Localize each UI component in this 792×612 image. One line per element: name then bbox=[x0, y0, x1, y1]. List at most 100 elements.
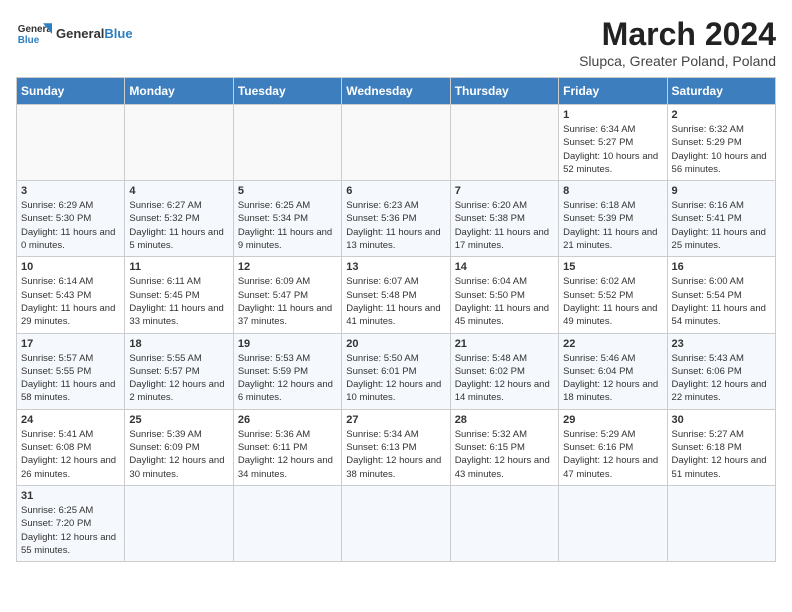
calendar-day-cell: 27 Sunrise: 5:34 AM Sunset: 6:13 PM Dayli… bbox=[342, 409, 450, 485]
header: General Blue GeneralBlue March 2024 Slup… bbox=[16, 16, 776, 69]
day-info: Sunrise: 6:11 AM Sunset: 5:45 PM Dayligh… bbox=[129, 275, 228, 328]
day-number: 18 bbox=[129, 338, 228, 350]
calendar-header: SundayMondayTuesdayWednesdayThursdayFrid… bbox=[17, 78, 776, 105]
day-number: 1 bbox=[563, 109, 662, 121]
calendar-day-cell: 25Sunrise: 5:39 AM Sunset: 6:09 PM Dayli… bbox=[125, 409, 233, 485]
day-number: 26 bbox=[238, 414, 337, 426]
calendar-table: SundayMondayTuesdayWednesdayThursdayFrid… bbox=[16, 77, 776, 562]
day-number: 15 bbox=[563, 261, 662, 273]
day-number: 10 bbox=[21, 261, 120, 273]
day-info: Sunrise: 6:29 AM Sunset: 5:30 PM Dayligh… bbox=[21, 199, 120, 252]
day-info: Sunrise: 5:57 AM Sunset: 5:55 PM Dayligh… bbox=[21, 352, 120, 405]
day-number: 17 bbox=[21, 338, 120, 350]
calendar-day-cell: 21 Sunrise: 5:48 AM Sunset: 6:02 PM Dayli… bbox=[450, 333, 558, 409]
logo-general: General bbox=[56, 26, 104, 41]
weekday-header: Monday bbox=[125, 78, 233, 105]
calendar-day-cell: 22 Sunrise: 5:46 AM Sunset: 6:04 PM Dayli… bbox=[559, 333, 667, 409]
calendar-day-cell: 17 Sunrise: 5:57 AM Sunset: 5:55 PM Dayli… bbox=[17, 333, 125, 409]
day-info: Sunrise: 5:36 AM Sunset: 6:11 PM Dayligh… bbox=[238, 428, 337, 481]
calendar-day-cell: 15 Sunrise: 6:02 AM Sunset: 5:52 PM Dayli… bbox=[559, 257, 667, 333]
calendar-week-row: 24Sunrise: 5:41 AM Sunset: 6:08 PM Dayli… bbox=[17, 409, 776, 485]
day-info: Sunrise: 5:48 AM Sunset: 6:02 PM Dayligh… bbox=[455, 352, 554, 405]
calendar-day-cell: 18 Sunrise: 5:55 AM Sunset: 5:57 PM Dayli… bbox=[125, 333, 233, 409]
calendar-week-row: 10 Sunrise: 6:14 AM Sunset: 5:43 PM Dayli… bbox=[17, 257, 776, 333]
calendar-day-cell: 14 Sunrise: 6:04 AM Sunset: 5:50 PM Dayli… bbox=[450, 257, 558, 333]
day-info: Sunrise: 6:25 AM Sunset: 5:34 PM Dayligh… bbox=[238, 199, 337, 252]
day-info: Sunrise: 6:32 AM Sunset: 5:29 PM Dayligh… bbox=[672, 123, 771, 176]
calendar-day-cell bbox=[125, 105, 233, 181]
calendar-week-row: 17 Sunrise: 5:57 AM Sunset: 5:55 PM Dayli… bbox=[17, 333, 776, 409]
day-info: Sunrise: 5:39 AM Sunset: 6:09 PM Dayligh… bbox=[129, 428, 228, 481]
calendar-day-cell bbox=[17, 105, 125, 181]
calendar-day-cell: 12 Sunrise: 6:09 AM Sunset: 5:47 PM Dayli… bbox=[233, 257, 341, 333]
logo: General Blue GeneralBlue bbox=[16, 16, 133, 52]
day-number: 28 bbox=[455, 414, 554, 426]
day-number: 23 bbox=[672, 338, 771, 350]
calendar-day-cell: 20Sunrise: 5:50 AM Sunset: 6:01 PM Dayli… bbox=[342, 333, 450, 409]
day-info: Sunrise: 5:53 AM Sunset: 5:59 PM Dayligh… bbox=[238, 352, 337, 405]
day-info: Sunrise: 6:20 AM Sunset: 5:38 PM Dayligh… bbox=[455, 199, 554, 252]
day-info: Sunrise: 6:34 AM Sunset: 5:27 PM Dayligh… bbox=[563, 123, 662, 176]
calendar-day-cell: 6Sunrise: 6:23 AM Sunset: 5:36 PM Daylig… bbox=[342, 181, 450, 257]
calendar-day-cell: 31Sunrise: 6:25 AM Sunset: 7:20 PM Dayli… bbox=[17, 485, 125, 561]
calendar-week-row: 31Sunrise: 6:25 AM Sunset: 7:20 PM Dayli… bbox=[17, 485, 776, 561]
calendar-body: 1 Sunrise: 6:34 AM Sunset: 5:27 PM Daylig… bbox=[17, 105, 776, 562]
day-number: 11 bbox=[129, 261, 228, 273]
calendar-day-cell: 28Sunrise: 5:32 AM Sunset: 6:15 PM Dayli… bbox=[450, 409, 558, 485]
day-info: Sunrise: 5:43 AM Sunset: 6:06 PM Dayligh… bbox=[672, 352, 771, 405]
day-info: Sunrise: 6:14 AM Sunset: 5:43 PM Dayligh… bbox=[21, 275, 120, 328]
day-number: 12 bbox=[238, 261, 337, 273]
day-info: Sunrise: 6:04 AM Sunset: 5:50 PM Dayligh… bbox=[455, 275, 554, 328]
calendar-day-cell: 9 Sunrise: 6:16 AM Sunset: 5:41 PM Daylig… bbox=[667, 181, 775, 257]
day-number: 3 bbox=[21, 185, 120, 197]
day-info: Sunrise: 6:00 AM Sunset: 5:54 PM Dayligh… bbox=[672, 275, 771, 328]
day-number: 8 bbox=[563, 185, 662, 197]
day-number: 14 bbox=[455, 261, 554, 273]
day-number: 9 bbox=[672, 185, 771, 197]
day-info: Sunrise: 5:27 AM Sunset: 6:18 PM Dayligh… bbox=[672, 428, 771, 481]
calendar-day-cell: 5Sunrise: 6:25 AM Sunset: 5:34 PM Daylig… bbox=[233, 181, 341, 257]
logo-blue: Blue bbox=[104, 26, 132, 41]
svg-text:Blue: Blue bbox=[18, 35, 40, 46]
calendar-day-cell: 11 Sunrise: 6:11 AM Sunset: 5:45 PM Dayli… bbox=[125, 257, 233, 333]
weekday-header: Thursday bbox=[450, 78, 558, 105]
weekday-header: Tuesday bbox=[233, 78, 341, 105]
calendar-day-cell bbox=[559, 485, 667, 561]
calendar-day-cell: 3 Sunrise: 6:29 AM Sunset: 5:30 PM Daylig… bbox=[17, 181, 125, 257]
calendar-day-cell bbox=[233, 485, 341, 561]
day-number: 22 bbox=[563, 338, 662, 350]
title-area: March 2024 Slupca, Greater Poland, Polan… bbox=[579, 16, 776, 69]
day-number: 2 bbox=[672, 109, 771, 121]
day-number: 7 bbox=[455, 185, 554, 197]
calendar-day-cell bbox=[342, 485, 450, 561]
calendar-day-cell bbox=[667, 485, 775, 561]
day-info: Sunrise: 6:18 AM Sunset: 5:39 PM Dayligh… bbox=[563, 199, 662, 252]
day-number: 21 bbox=[455, 338, 554, 350]
calendar-day-cell: 30 Sunrise: 5:27 AM Sunset: 6:18 PM Dayli… bbox=[667, 409, 775, 485]
day-info: Sunrise: 6:23 AM Sunset: 5:36 PM Dayligh… bbox=[346, 199, 445, 252]
day-info: Sunrise: 5:46 AM Sunset: 6:04 PM Dayligh… bbox=[563, 352, 662, 405]
weekday-header: Sunday bbox=[17, 78, 125, 105]
day-number: 19 bbox=[238, 338, 337, 350]
day-number: 4 bbox=[129, 185, 228, 197]
calendar-day-cell: 23 Sunrise: 5:43 AM Sunset: 6:06 PM Dayli… bbox=[667, 333, 775, 409]
logo-icon: General Blue bbox=[16, 16, 52, 52]
calendar-day-cell: 26 Sunrise: 5:36 AM Sunset: 6:11 PM Dayli… bbox=[233, 409, 341, 485]
day-info: Sunrise: 6:07 AM Sunset: 5:48 PM Dayligh… bbox=[346, 275, 445, 328]
day-info: Sunrise: 6:16 AM Sunset: 5:41 PM Dayligh… bbox=[672, 199, 771, 252]
day-number: 16 bbox=[672, 261, 771, 273]
calendar-day-cell: 4Sunrise: 6:27 AM Sunset: 5:32 PM Daylig… bbox=[125, 181, 233, 257]
weekday-header: Friday bbox=[559, 78, 667, 105]
day-number: 30 bbox=[672, 414, 771, 426]
day-info: Sunrise: 5:34 AM Sunset: 6:13 PM Dayligh… bbox=[346, 428, 445, 481]
calendar-day-cell: 16 Sunrise: 6:00 AM Sunset: 5:54 PM Dayli… bbox=[667, 257, 775, 333]
day-info: Sunrise: 5:41 AM Sunset: 6:08 PM Dayligh… bbox=[21, 428, 120, 481]
day-info: Sunrise: 5:55 AM Sunset: 5:57 PM Dayligh… bbox=[129, 352, 228, 405]
day-info: Sunrise: 6:02 AM Sunset: 5:52 PM Dayligh… bbox=[563, 275, 662, 328]
day-info: Sunrise: 6:09 AM Sunset: 5:47 PM Dayligh… bbox=[238, 275, 337, 328]
calendar-day-cell bbox=[342, 105, 450, 181]
month-year: March 2024 bbox=[579, 16, 776, 53]
calendar-day-cell: 2 Sunrise: 6:32 AM Sunset: 5:29 PM Daylig… bbox=[667, 105, 775, 181]
day-number: 27 bbox=[346, 414, 445, 426]
calendar-day-cell: 1 Sunrise: 6:34 AM Sunset: 5:27 PM Daylig… bbox=[559, 105, 667, 181]
